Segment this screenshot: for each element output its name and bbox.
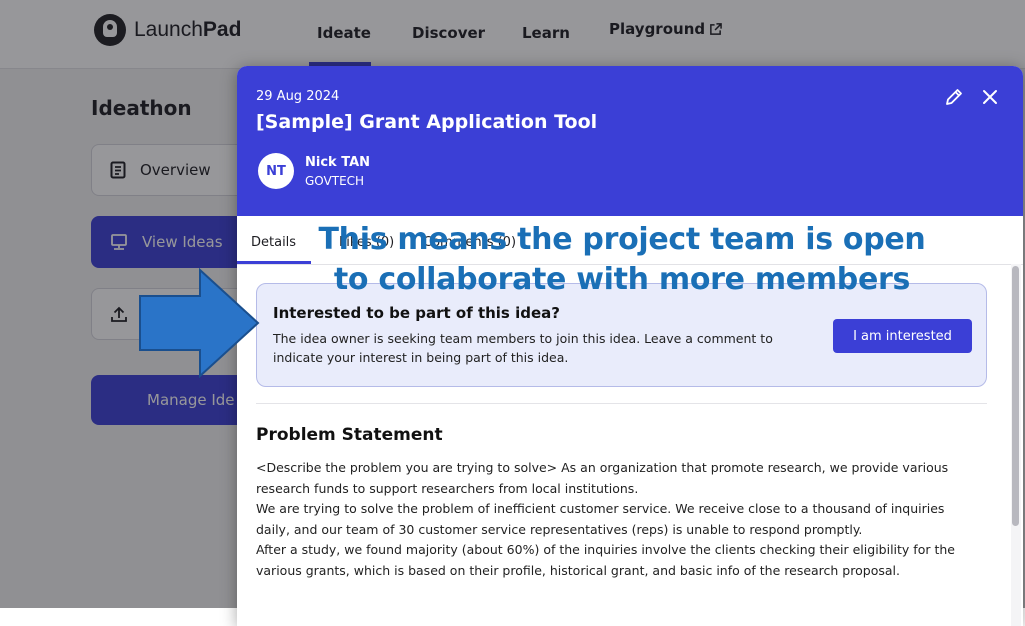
problem-line: <Describe the problem you are trying to … — [256, 460, 949, 475]
problem-statement-body: <Describe the problem you are trying to … — [256, 458, 996, 581]
annotation-line-1: This means the project team is open — [318, 222, 926, 257]
owner-name: Nick TAN — [305, 155, 371, 170]
idea-detail-modal: 29 Aug 2024 [Sample] Grant Application T… — [237, 66, 1023, 626]
idea-title: [Sample] Grant Application Tool — [256, 111, 598, 133]
edit-icon[interactable] — [943, 86, 965, 108]
annotation-line-2: to collaborate with more members — [333, 262, 911, 297]
interest-description: The idea owner is seeking team members t… — [273, 331, 773, 365]
problem-line: After a study, we found majority (about … — [256, 542, 955, 557]
section-divider — [256, 403, 987, 404]
modal-header: 29 Aug 2024 [Sample] Grant Application T… — [237, 66, 1023, 216]
interest-title: Interested to be part of this idea? — [273, 304, 560, 322]
problem-line: research funds to support researchers fr… — [256, 480, 639, 496]
scrollbar-thumb[interactable] — [1012, 266, 1019, 526]
i-am-interested-button[interactable]: I am interested — [833, 319, 972, 353]
annotation-arrow-icon — [139, 268, 260, 378]
owner-organization: GOVTECH — [305, 174, 365, 188]
close-icon[interactable] — [979, 86, 1001, 108]
problem-line: daily, and our team of 30 customer servi… — [256, 521, 863, 537]
problem-line: We are trying to solve the problem of in… — [256, 501, 945, 516]
problem-line: various grants, which is based on their … — [256, 562, 900, 578]
problem-statement-heading: Problem Statement — [256, 425, 443, 445]
idea-date: 29 Aug 2024 — [256, 89, 340, 104]
avatar: NT — [258, 153, 294, 189]
annotation-callout: This means the project team is open to c… — [272, 220, 972, 300]
